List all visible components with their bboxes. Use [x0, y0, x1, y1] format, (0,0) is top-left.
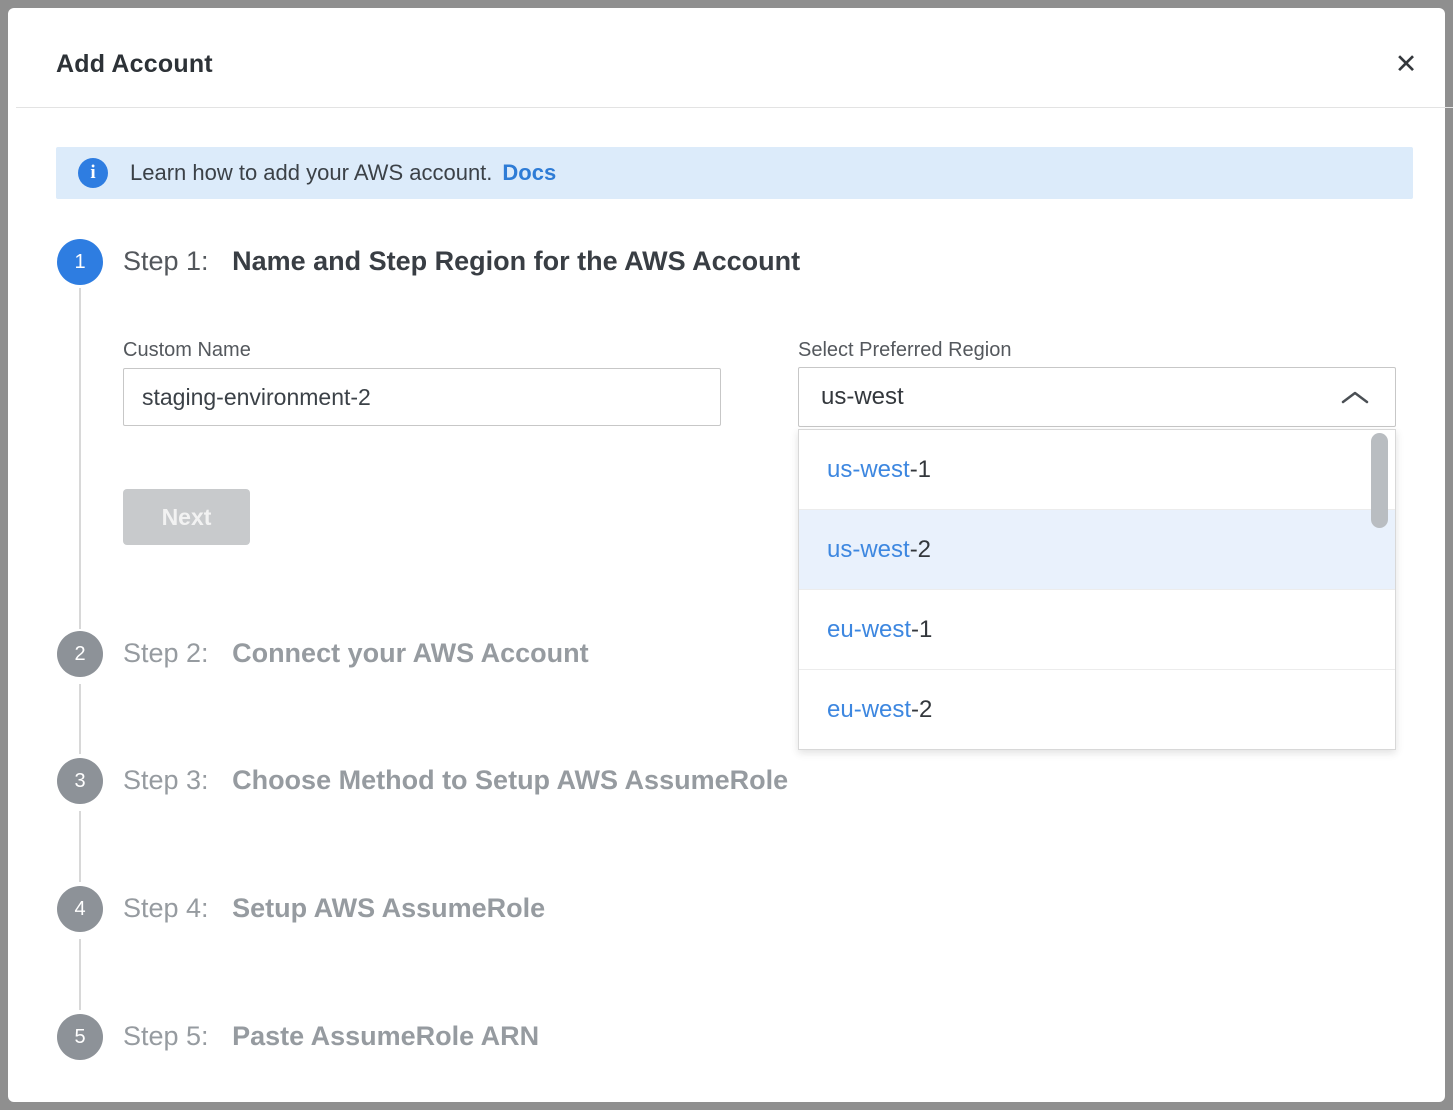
- connector-step3-step4: [79, 811, 81, 882]
- info-banner: i Learn how to add your AWS account. Doc…: [56, 147, 1413, 199]
- docs-link[interactable]: Docs: [502, 160, 556, 186]
- step-3-prefix: Step 3:: [123, 765, 209, 795]
- step-2-title: Connect your AWS Account: [232, 638, 589, 668]
- page-background: Add Account ✕ i Learn how to add your AW…: [0, 0, 1453, 1110]
- step-5-title: Paste AssumeRole ARN: [232, 1021, 539, 1051]
- add-account-modal: Add Account ✕ i Learn how to add your AW…: [8, 8, 1445, 1102]
- connector-step4-step5: [79, 939, 81, 1010]
- step-3-indicator: 3: [57, 758, 103, 804]
- step-3-heading: Step 3: Choose Method to Setup AWS Assum…: [123, 765, 788, 796]
- close-icon[interactable]: ✕: [1386, 44, 1426, 84]
- next-button[interactable]: Next: [123, 489, 250, 545]
- chevron-up-icon: [1341, 390, 1369, 405]
- region-option-eu-west-1[interactable]: eu-west-1: [799, 590, 1395, 670]
- banner-text: Learn how to add your AWS account.: [130, 160, 492, 186]
- step-2-indicator: 2: [57, 631, 103, 677]
- step-1-indicator: 1: [57, 239, 103, 285]
- custom-name-label: Custom Name: [123, 339, 251, 362]
- step-1-heading: Step 1: Name and Step Region for the AWS…: [123, 246, 800, 277]
- step-5-indicator: 5: [57, 1014, 103, 1060]
- step-4-prefix: Step 4:: [123, 893, 209, 923]
- step-1-title: Name and Step Region for the AWS Account: [232, 246, 800, 276]
- header-divider: [16, 107, 1453, 108]
- region-dropdown: us-west-1 us-west-2 eu-west-1 eu-west-2: [798, 429, 1396, 750]
- step-3-title: Choose Method to Setup AWS AssumeRole: [232, 765, 788, 795]
- dropdown-scrollbar[interactable]: [1371, 433, 1388, 528]
- step-5-heading: Step 5: Paste AssumeRole ARN: [123, 1021, 539, 1052]
- region-option-us-west-2[interactable]: us-west-2: [799, 510, 1395, 590]
- region-option-us-west-1[interactable]: us-west-1: [799, 430, 1395, 510]
- connector-step2-step3: [79, 684, 81, 754]
- step-2-heading: Step 2: Connect your AWS Account: [123, 638, 589, 669]
- step-5-prefix: Step 5:: [123, 1021, 209, 1051]
- step-2-prefix: Step 2:: [123, 638, 209, 668]
- region-option-eu-west-2[interactable]: eu-west-2: [799, 670, 1395, 750]
- region-label: Select Preferred Region: [798, 339, 1011, 362]
- connector-step1-step2: [79, 288, 81, 629]
- region-select[interactable]: us-west: [798, 367, 1396, 427]
- step-1-prefix: Step 1:: [123, 246, 209, 276]
- step-4-indicator: 4: [57, 886, 103, 932]
- step-4-title: Setup AWS AssumeRole: [232, 893, 545, 923]
- region-select-value: us-west: [821, 383, 1341, 411]
- custom-name-input[interactable]: [123, 368, 721, 426]
- info-icon: i: [78, 158, 108, 188]
- page-title: Add Account: [56, 50, 213, 79]
- step-4-heading: Step 4: Setup AWS AssumeRole: [123, 893, 545, 924]
